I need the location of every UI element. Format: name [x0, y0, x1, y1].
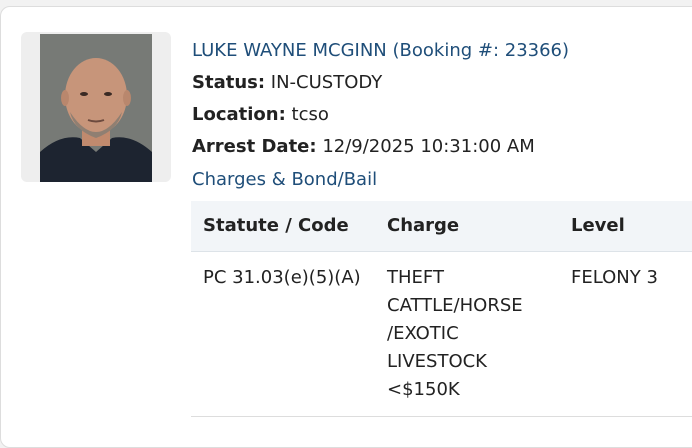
status-value: IN-CUSTODY [270, 72, 383, 93]
arrest-date-label: Arrest Date: [192, 136, 317, 157]
charges-bond-link[interactable]: Charges & Bond/Bail [192, 169, 377, 190]
arrest-date-row: Arrest Date: 12/9/2025 10:31:00 AM [192, 131, 569, 163]
cell-charge: THEFT CATTLE/HORSE /EXOTIC LIVESTOCK <$1… [375, 251, 559, 417]
header-charge: Charge [375, 201, 559, 252]
status-row: Status: IN-CUSTODY [192, 67, 569, 99]
location-row: Location: tcso [192, 99, 569, 131]
location-label: Location: [192, 104, 286, 125]
arrest-date-value: 12/9/2025 10:31:00 AM [322, 136, 535, 157]
status-label: Status: [192, 72, 266, 93]
table-header-row: Statute / Code Charge Level [191, 201, 692, 252]
inmate-name-link[interactable]: LUKE WAYNE MCGINN (Booking #: 23366) [192, 40, 569, 61]
location-value: tcso [291, 104, 329, 125]
mugshot-photo[interactable] [40, 34, 152, 182]
cell-statute: PC 31.03(e)(5)(A) [191, 251, 375, 417]
photo-frame [21, 32, 171, 182]
inmate-card: LUKE WAYNE MCGINN (Booking #: 23366) Sta… [0, 6, 692, 448]
header-level: Level [559, 201, 692, 252]
table-row: PC 31.03(e)(5)(A) THEFT CATTLE/HORSE /EX… [191, 251, 692, 417]
header-statute: Statute / Code [191, 201, 375, 252]
inmate-info: LUKE WAYNE MCGINN (Booking #: 23366) Sta… [192, 35, 569, 163]
charges-table: Statute / Code Charge Level PC 31.03(e)(… [191, 201, 692, 417]
cell-level: FELONY 3 [559, 251, 692, 417]
